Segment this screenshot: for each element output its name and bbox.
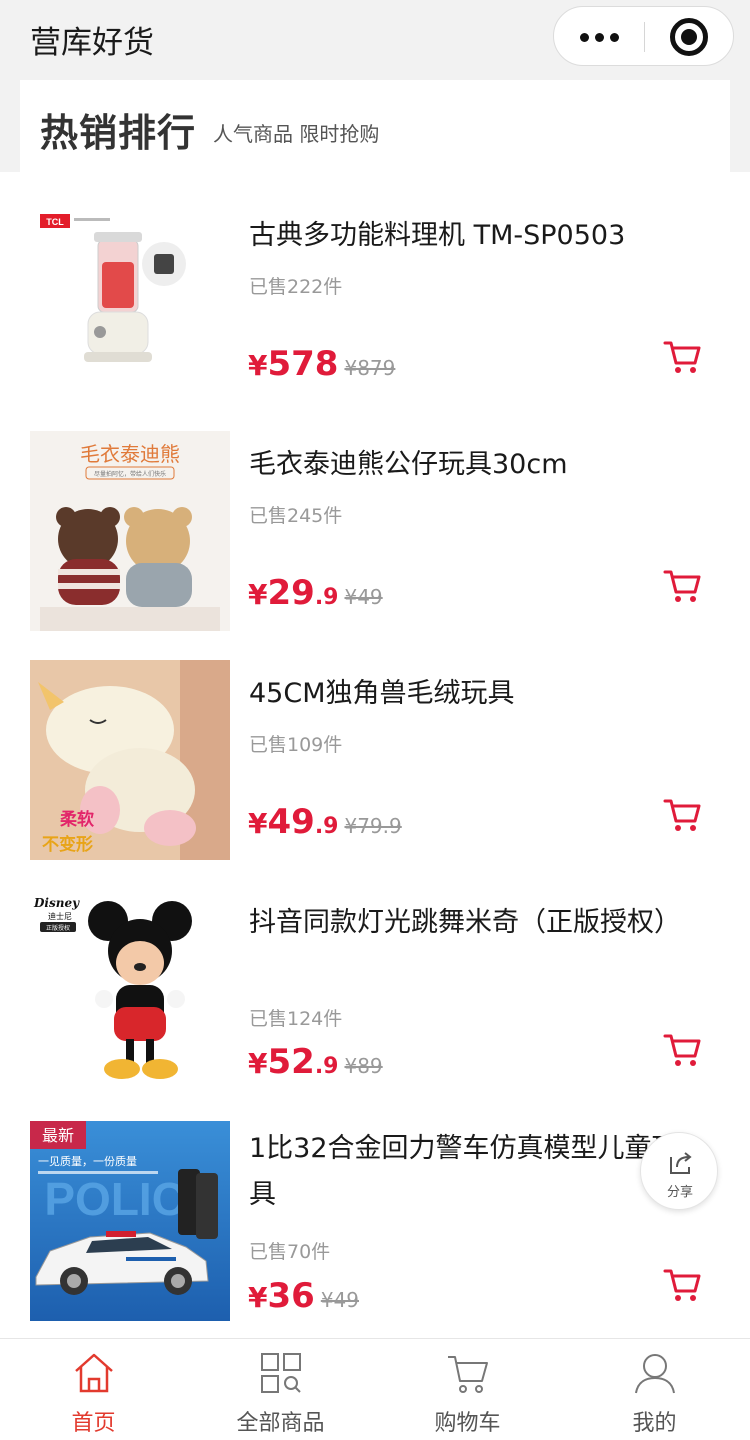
image-slogan: 一见质量，一份质量 [38, 1155, 137, 1168]
tab-home[interactable]: 首页 [0, 1339, 187, 1440]
more-menu-button[interactable] [554, 7, 644, 67]
currency-symbol: ¥ [248, 1281, 268, 1314]
tab-cart[interactable]: 购物车 [374, 1339, 561, 1440]
brand-logo: Disney [33, 896, 80, 910]
tab-all-products[interactable]: 全部商品 [187, 1339, 374, 1440]
price-integer: 36 [267, 1276, 315, 1316]
image-caption: 不变形 [42, 834, 93, 855]
price-decimal: .9 [314, 814, 339, 839]
tab-label: 购物车 [434, 1411, 501, 1436]
product-image: TCL [30, 202, 230, 402]
product-name: 45CM独角兽毛绒玩具 [249, 678, 515, 709]
product-name: 1比32合金回力警车仿真模型儿童玩具 [249, 1133, 679, 1210]
original-price: ¥89 [344, 1054, 383, 1078]
dot-icon [594, 32, 604, 42]
home-icon [75, 1353, 113, 1393]
product-item[interactable]: 毛衣泰迪熊 尽量拍阿忆，带给人们快乐 毛衣泰迪熊公仔玩具30cm 已售245件 … [0, 401, 750, 631]
new-badge: 最新 [42, 1126, 74, 1145]
original-price: ¥49 [344, 585, 383, 609]
original-price: ¥879 [344, 356, 396, 380]
dot-icon [579, 32, 589, 42]
product-item[interactable]: Disney 迪士尼 正版授权 抖音同款灯光跳舞米奇（正版授权） 已售124件 … [0, 859, 750, 1092]
image-subtitle: 尽量拍阿忆，带给人们快乐 [94, 470, 166, 478]
currency-symbol: ¥ [248, 1047, 268, 1080]
sold-count: 已售124件 [249, 1008, 343, 1030]
product-price: ¥52.9 ¥89 [248, 1042, 383, 1082]
share-label: 分享 [666, 1185, 693, 1200]
license-tag: 正版授权 [46, 924, 70, 932]
original-price: ¥49 [320, 1288, 359, 1312]
navigation-bar: 营库好货 [0, 0, 750, 80]
bottom-tab-bar: 首页 全部商品 购物车 我的 [0, 1338, 750, 1440]
product-price: ¥49.9 ¥79.9 [248, 802, 402, 842]
add-to-cart-icon[interactable] [662, 794, 702, 834]
sold-count: 已售70件 [249, 1241, 331, 1263]
currency-symbol: ¥ [248, 349, 268, 382]
original-price: ¥79.9 [344, 814, 402, 838]
product-price: ¥29.9 ¥49 [248, 573, 383, 613]
price-integer: 49 [267, 802, 315, 842]
product-price: ¥36 ¥49 [248, 1276, 359, 1316]
price-decimal: .9 [314, 585, 339, 610]
currency-symbol: ¥ [248, 578, 268, 611]
dot-icon [609, 32, 619, 42]
tab-label: 我的 [632, 1411, 677, 1436]
brand-subtitle: 迪士尼 [48, 911, 72, 921]
share-button[interactable]: 分享 [640, 1132, 718, 1210]
sold-count: 已售245件 [249, 505, 343, 527]
product-name: 毛衣泰迪熊公仔玩具30cm [249, 449, 568, 480]
close-target-icon[interactable] [670, 18, 708, 56]
section-title: 热销排行 [40, 111, 197, 155]
grid-search-icon [261, 1353, 301, 1393]
tab-mine[interactable]: 我的 [561, 1339, 748, 1440]
sold-count: 已售109件 [249, 734, 343, 756]
product-name: 抖音同款灯光跳舞米奇（正版授权） [249, 907, 681, 938]
price-integer: 29 [267, 573, 315, 613]
add-to-cart-icon[interactable] [662, 1029, 702, 1069]
add-to-cart-icon[interactable] [662, 336, 702, 376]
section-header: 热销排行 人气商品 限时抢购 [20, 80, 730, 172]
add-to-cart-icon[interactable] [662, 1264, 702, 1304]
image-caption: 柔软 [60, 809, 94, 830]
product-image: 柔软 不变形 [30, 660, 230, 860]
add-to-cart-icon[interactable] [662, 565, 702, 605]
tab-label: 首页 [71, 1411, 116, 1436]
price-integer: 52 [267, 1042, 315, 1082]
product-item[interactable]: POLICE 最新 一见质量，一份质量 1比32合金回力警车仿真模型儿童玩具 已… [0, 1092, 750, 1338]
product-image: Disney 迪士尼 正版授权 [30, 889, 230, 1089]
product-item[interactable]: 柔软 不变形 45CM独角兽毛绒玩具 已售109件 ¥49.9 ¥79.9 [0, 630, 750, 860]
currency-symbol: ¥ [248, 807, 268, 840]
image-title: 毛衣泰迪熊 [80, 442, 180, 466]
product-item[interactable]: TCL 古典多功能料理机 TM-SP0503 已售222件 ¥578 ¥879 [0, 172, 750, 402]
product-image: POLICE 最新 一见质量，一份质量 [30, 1121, 230, 1321]
cart-icon [448, 1356, 488, 1393]
tab-label: 全部商品 [236, 1411, 325, 1436]
sold-count: 已售222件 [249, 276, 343, 298]
user-icon [635, 1354, 675, 1394]
capsule-divider [644, 22, 645, 52]
app-title: 营库好货 [30, 25, 154, 61]
share-icon [670, 1152, 692, 1174]
brand-logo: TCL [46, 217, 64, 227]
product-name: 古典多功能料理机 TM-SP0503 [249, 220, 626, 251]
mini-program-capsule [553, 6, 734, 66]
product-list: TCL 古典多功能料理机 TM-SP0503 已售222件 ¥578¥879 [0, 172, 750, 1338]
price-decimal: .9 [314, 1054, 339, 1079]
product-price: ¥578 ¥879 [248, 344, 395, 384]
section-subtitle: 人气商品 限时抢购 [213, 122, 380, 146]
price-integer: 578 [267, 344, 339, 384]
product-image: 毛衣泰迪熊 尽量拍阿忆，带给人们快乐 [30, 431, 230, 631]
